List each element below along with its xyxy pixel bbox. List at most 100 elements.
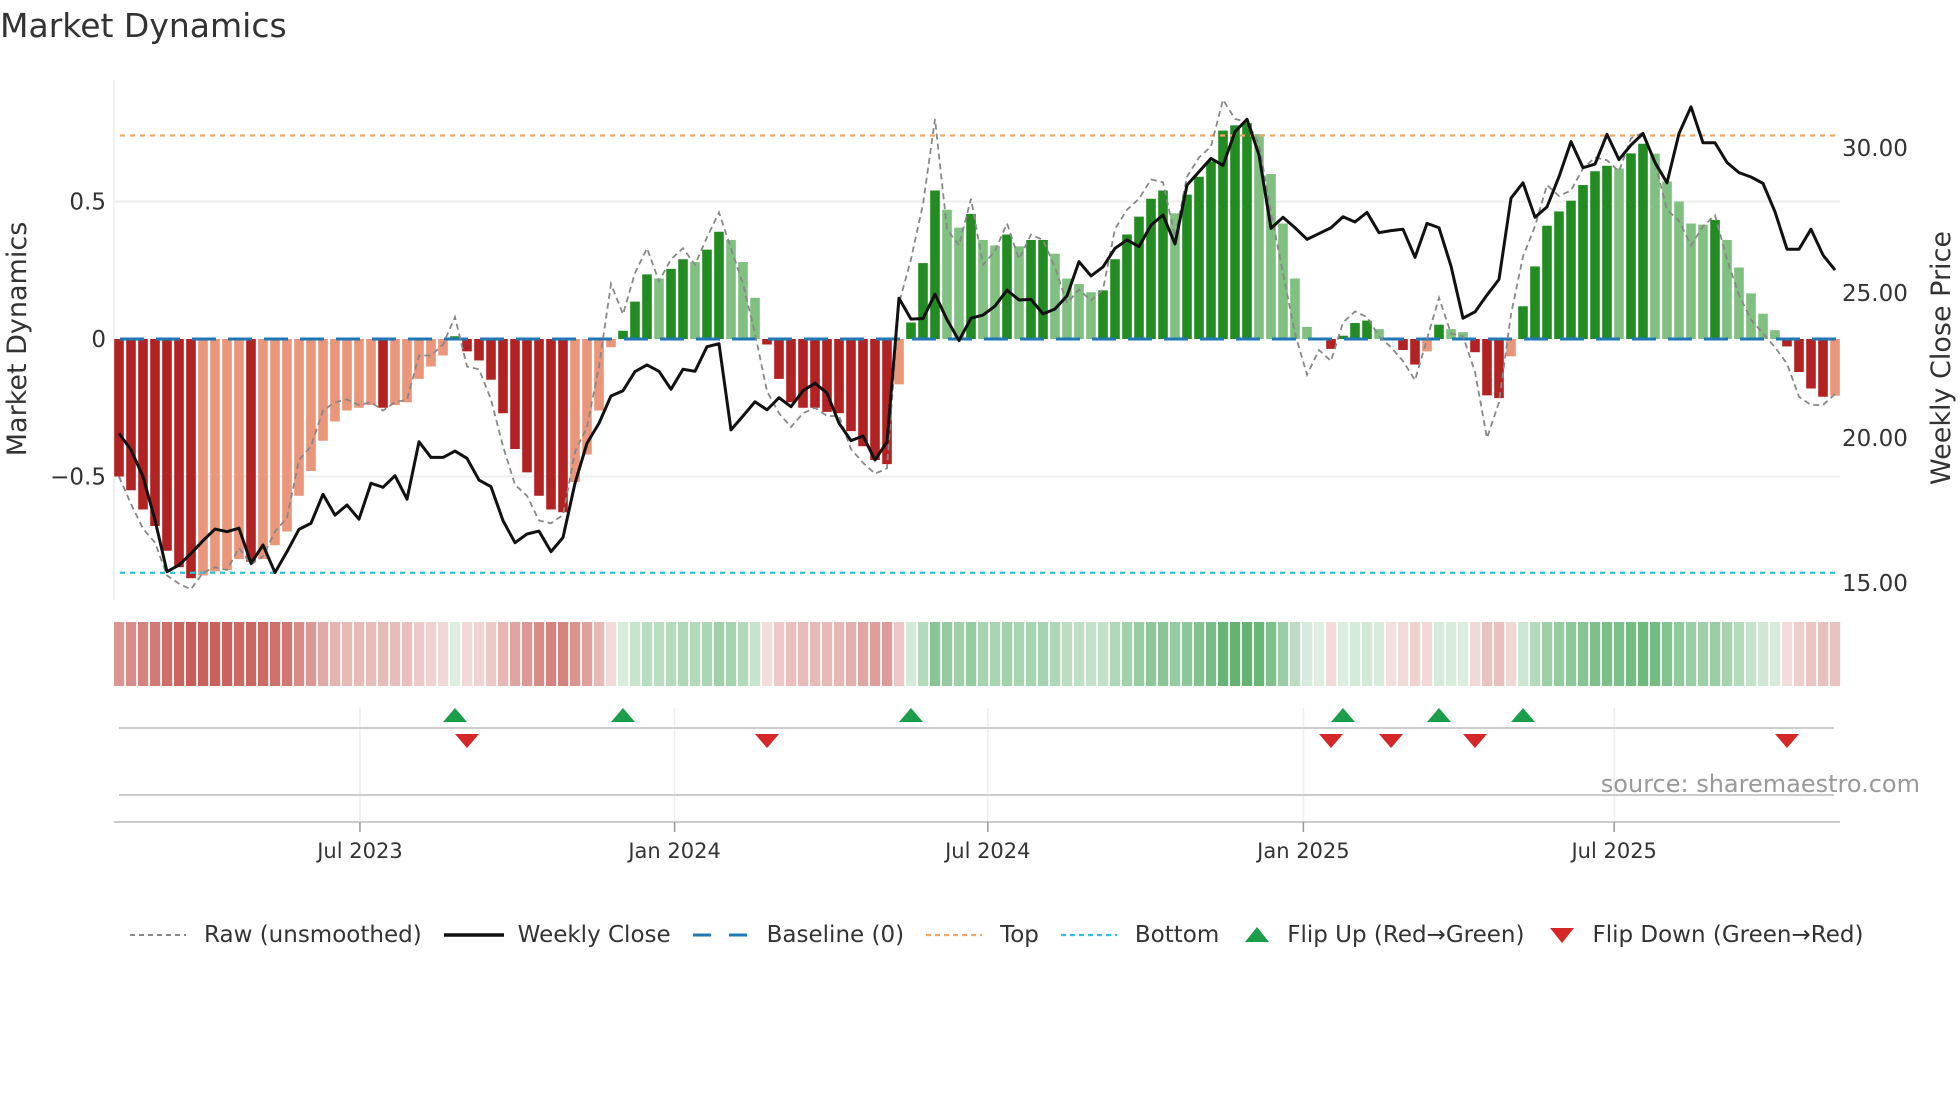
momentum-bar	[1506, 339, 1516, 357]
heat-cell	[582, 622, 593, 686]
heat-cell	[198, 622, 209, 686]
heat-cell	[1482, 622, 1493, 686]
momentum-bar	[318, 339, 328, 441]
heat-cell	[1554, 622, 1565, 686]
raw-series-line	[118, 97, 1836, 591]
momentum-bar	[1182, 194, 1192, 339]
x-tick-label: Jan 2024	[626, 839, 721, 863]
momentum-bar	[918, 263, 928, 339]
heat-cell	[1314, 622, 1325, 686]
legend-item-top: Top	[926, 922, 1039, 948]
heat-cell	[1542, 622, 1553, 686]
momentum-bar	[1806, 339, 1816, 389]
momentum-bar	[570, 339, 580, 482]
momentum-bar	[978, 240, 988, 339]
heat-cell	[1146, 622, 1157, 686]
legend-swatch-flip-up	[1245, 927, 1270, 942]
momentum-bar	[1434, 324, 1444, 339]
legend-item-close: Weekly Close	[443, 922, 671, 948]
heat-cell	[1650, 622, 1661, 686]
momentum-bar	[1554, 211, 1564, 339]
heat-cell	[834, 622, 845, 686]
legend-label: Weekly Close	[517, 922, 671, 948]
heat-cell	[942, 622, 953, 686]
y-tick-label: 0	[91, 327, 106, 353]
heat-cell	[738, 622, 749, 686]
momentum-bar	[1050, 253, 1060, 339]
momentum-bar	[810, 339, 820, 408]
legend: Raw (unsmoothed) Weekly Close Baseline (0)…	[130, 922, 1885, 948]
heat-cell	[150, 622, 161, 686]
legend-swatch-bottom	[1060, 933, 1117, 937]
heat-cell	[510, 622, 521, 686]
heat-cell	[1086, 622, 1097, 686]
heat-cell	[1158, 622, 1169, 686]
y2-tick-label: 15.00	[1842, 571, 1908, 597]
momentum-bar	[246, 339, 256, 562]
momentum-bar	[1350, 323, 1360, 339]
momentum-bar	[354, 339, 364, 408]
heat-cell	[558, 622, 569, 686]
y2-tick-label: 25.00	[1842, 281, 1908, 307]
legend-item-baseline: Baseline (0)	[692, 922, 904, 948]
momentum-bar	[666, 268, 676, 339]
momentum-bar	[378, 339, 388, 408]
momentum-bar	[1098, 290, 1108, 339]
momentum-bar	[1650, 153, 1660, 339]
heat-cell	[1590, 622, 1601, 686]
heat-cell	[1026, 622, 1037, 686]
legend-label: Top	[1000, 922, 1039, 948]
momentum-bar	[294, 339, 304, 496]
heat-cell	[918, 622, 929, 686]
flip-up-marker	[443, 708, 467, 722]
legend-swatch-baseline	[692, 933, 749, 937]
momentum-bar	[522, 339, 532, 473]
heat-cell	[1350, 622, 1361, 686]
flip-down-marker	[455, 734, 479, 748]
heat-cell	[1362, 622, 1373, 686]
heat-cell	[906, 622, 917, 686]
heat-cell	[966, 622, 977, 686]
heat-cell	[246, 622, 257, 686]
heat-cell	[1326, 622, 1337, 686]
heat-cell	[1266, 622, 1277, 686]
legend-label: Raw (unsmoothed)	[204, 922, 422, 948]
momentum-bar	[1302, 326, 1312, 339]
momentum-bar	[414, 339, 424, 379]
momentum-bar	[1110, 259, 1120, 339]
legend-item-flip-down: Flip Down (Green→Red)	[1546, 922, 1863, 948]
momentum-bar	[438, 339, 448, 356]
heat-cell	[1674, 622, 1685, 686]
heat-cell	[222, 622, 233, 686]
heat-cell	[1794, 622, 1805, 686]
x-tick-label: Jan 2025	[1255, 839, 1350, 863]
heat-cell	[390, 622, 401, 686]
momentum-bar	[462, 339, 472, 352]
momentum-bar	[1398, 339, 1408, 350]
heat-cell	[846, 622, 857, 686]
momentum-bar	[1566, 200, 1576, 339]
momentum-bar	[1122, 234, 1132, 339]
heat-cell	[894, 622, 905, 686]
heat-cell	[318, 622, 329, 686]
momentum-bar	[1230, 125, 1240, 339]
momentum-bar	[174, 339, 184, 568]
heat-cell	[378, 622, 389, 686]
heat-cell	[678, 622, 689, 686]
momentum-bar	[1830, 339, 1840, 396]
heat-cell	[1446, 622, 1457, 686]
momentum-bar	[498, 339, 508, 414]
momentum-bar	[834, 339, 844, 414]
flip-down-marker	[755, 734, 779, 748]
momentum-bar	[774, 339, 784, 379]
momentum-bar	[474, 339, 484, 361]
heat-cell	[1818, 622, 1829, 686]
y2-tick-label: 20.00	[1842, 426, 1908, 452]
flip-down-marker	[1463, 734, 1487, 748]
heat-cell	[1626, 622, 1637, 686]
momentum-bar	[1194, 176, 1204, 339]
legend-label: Bottom	[1134, 922, 1220, 948]
heat-cell	[786, 622, 797, 686]
momentum-bar	[642, 274, 652, 339]
momentum-bar	[258, 339, 268, 559]
